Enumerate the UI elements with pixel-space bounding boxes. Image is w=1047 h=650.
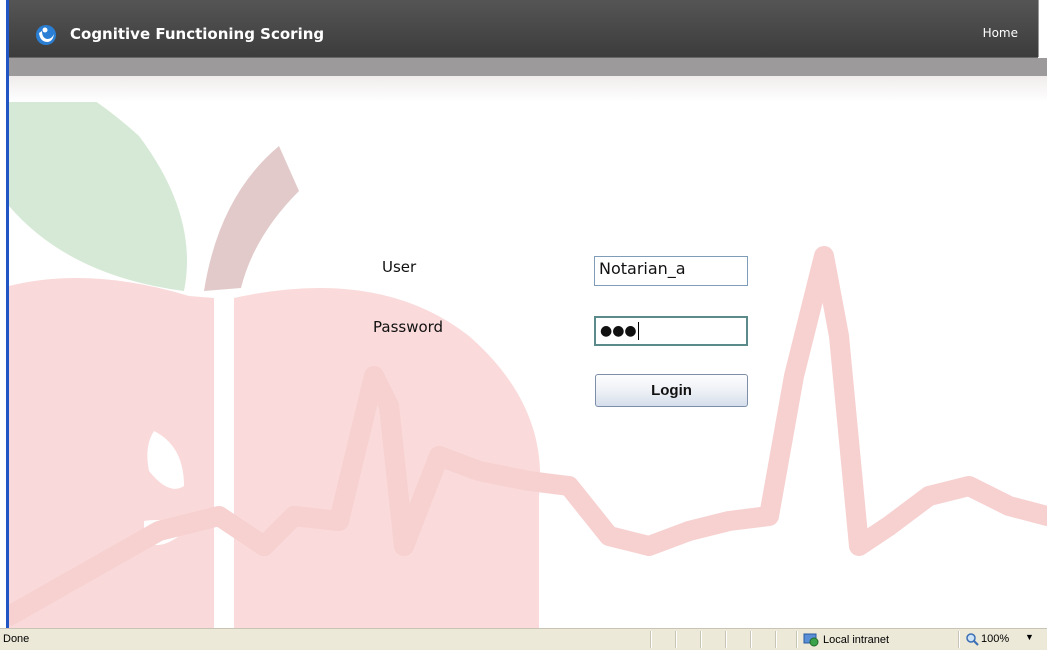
status-separator bbox=[958, 631, 960, 648]
user-label: User bbox=[382, 258, 417, 276]
app-logo-icon bbox=[36, 25, 56, 45]
status-separator bbox=[796, 631, 798, 648]
password-mask: ●●● bbox=[600, 323, 637, 339]
login-button[interactable]: Login bbox=[595, 374, 748, 407]
text-cursor bbox=[637, 321, 639, 340]
status-separator bbox=[650, 631, 652, 648]
security-zone[interactable]: Local intranet bbox=[803, 632, 889, 648]
password-label: Password bbox=[373, 318, 444, 336]
background-apple-heartbeat-art bbox=[9, 76, 1047, 628]
globe-network-icon bbox=[803, 633, 819, 647]
zone-label: Local intranet bbox=[823, 634, 890, 646]
window-left-border bbox=[0, 0, 9, 628]
home-link[interactable]: Home bbox=[983, 24, 1018, 42]
status-separator bbox=[775, 631, 777, 648]
user-input[interactable]: Notarian_a bbox=[594, 256, 748, 286]
subbar-fade bbox=[9, 76, 1047, 102]
header-subbar bbox=[9, 58, 1047, 76]
apple-center-divider bbox=[214, 291, 234, 628]
status-separator bbox=[725, 631, 727, 648]
status-separator bbox=[675, 631, 677, 648]
status-text: Done bbox=[3, 633, 30, 645]
status-separator bbox=[700, 631, 702, 648]
browser-status-bar: Done Local intranet 100% ▼ bbox=[0, 628, 1047, 650]
header-right-edge bbox=[1038, 0, 1047, 57]
leaf-shape bbox=[9, 76, 187, 291]
password-input[interactable]: ●●● bbox=[594, 316, 748, 346]
app-title: Cognitive Functioning Scoring bbox=[70, 25, 325, 43]
app-header: Cognitive Functioning Scoring Home bbox=[9, 0, 1038, 58]
zoom-level[interactable]: 100% bbox=[965, 632, 1009, 646]
zoom-label: 100% bbox=[981, 633, 1010, 645]
caret-down-icon[interactable]: ▼ bbox=[1025, 632, 1034, 642]
apple-left-shape bbox=[9, 278, 214, 628]
stem-shape bbox=[204, 146, 299, 291]
magnifier-icon bbox=[966, 633, 979, 646]
status-separator bbox=[750, 631, 752, 648]
